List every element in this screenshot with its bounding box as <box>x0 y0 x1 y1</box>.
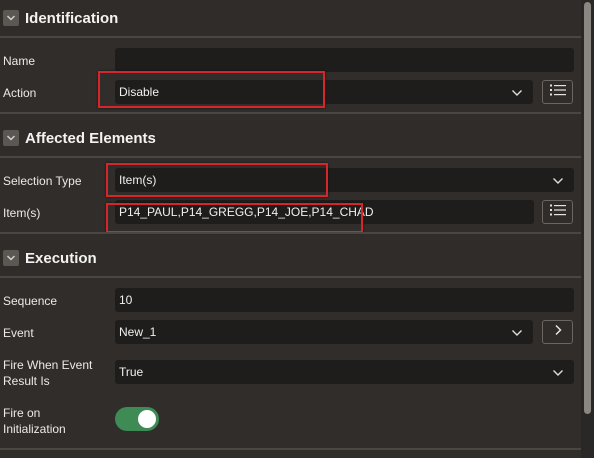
event-select[interactable]: New_1 <box>115 320 533 344</box>
sequence-row: Sequence 10 <box>0 288 581 312</box>
event-label: Event <box>3 326 34 340</box>
fire-when-select[interactable]: True <box>115 360 574 384</box>
toggle-knob <box>138 410 156 428</box>
action-select[interactable]: Disable <box>115 80 533 104</box>
section-title: Identification <box>25 9 119 27</box>
sequence-label: Sequence <box>3 294 58 308</box>
fire-on-init-label-line1: Fire on <box>3 406 41 420</box>
chevron-down-icon[interactable] <box>3 250 19 266</box>
divider <box>0 232 581 234</box>
action-row: Action Disable <box>0 80 581 104</box>
section-header-execution[interactable]: Execution <box>0 241 581 275</box>
property-editor-panel: Identification Name Action Disable Affec… <box>0 0 581 458</box>
items-input[interactable]: P14_PAUL,P14_GREGG,P14_JOE,P14_CHAD <box>115 200 534 224</box>
event-row: Event New_1 <box>0 320 581 344</box>
sequence-input[interactable]: 10 <box>115 288 574 312</box>
items-row: Item(s) P14_PAUL,P14_GREGG,P14_JOE,P14_C… <box>0 200 581 224</box>
section-title: Execution <box>25 249 97 267</box>
selection-type-row: Selection Type Item(s) <box>0 168 581 192</box>
selection-type-select[interactable]: Item(s) <box>115 168 574 192</box>
fire-on-init-label-line2: Initialization <box>3 422 66 436</box>
chevron-right-icon <box>553 323 563 341</box>
fire-when-label-line2: Result Is <box>3 374 50 388</box>
chevron-down-icon <box>552 175 564 189</box>
fire-when-label-line1: Fire When Event <box>3 358 93 372</box>
fire-when-value: True <box>119 365 144 379</box>
fire-on-init-row: Fire on Initialization <box>0 404 581 438</box>
list-icon <box>549 83 566 101</box>
selection-type-value: Item(s) <box>119 173 157 187</box>
divider <box>0 276 581 278</box>
divider <box>0 112 581 114</box>
fire-on-init-toggle[interactable] <box>115 407 159 431</box>
action-label: Action <box>3 86 37 100</box>
name-row: Name <box>0 48 581 72</box>
action-list-button[interactable] <box>542 80 573 104</box>
section-header-affected-elements[interactable]: Affected Elements <box>0 121 581 155</box>
chevron-down-icon[interactable] <box>3 10 19 26</box>
chevron-down-icon <box>511 87 523 101</box>
event-go-button[interactable] <box>542 320 573 344</box>
selection-type-label: Selection Type <box>3 174 82 188</box>
event-value: New_1 <box>119 325 157 339</box>
fire-on-init-label: Fire on Initialization <box>3 405 66 437</box>
name-input[interactable] <box>115 48 574 72</box>
chevron-down-icon <box>511 327 523 341</box>
fire-when-row: Fire When Event Result Is True <box>0 356 581 390</box>
chevron-down-icon <box>552 367 564 381</box>
divider <box>0 448 581 450</box>
items-label: Item(s) <box>3 206 41 220</box>
action-value: Disable <box>119 85 160 99</box>
items-list-button[interactable] <box>542 200 573 224</box>
vertical-scrollbar[interactable] <box>581 0 594 458</box>
divider <box>0 156 581 158</box>
section-title: Affected Elements <box>25 129 156 147</box>
scrollbar-thumb[interactable] <box>584 2 591 414</box>
divider <box>0 36 581 38</box>
name-label: Name <box>3 54 36 68</box>
list-icon <box>549 203 566 221</box>
chevron-down-icon[interactable] <box>3 130 19 146</box>
fire-when-label: Fire When Event Result Is <box>3 357 92 389</box>
section-header-identification[interactable]: Identification <box>0 1 581 35</box>
